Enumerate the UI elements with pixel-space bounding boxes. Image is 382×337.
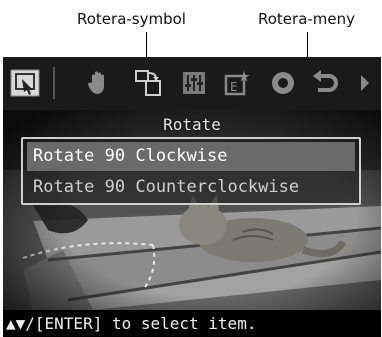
rotate-menu-title: Rotate <box>163 115 221 134</box>
red-eye-icon <box>270 70 296 96</box>
rotate-menu: Rotate 90 Clockwise Rotate 90 Counterclo… <box>21 137 361 205</box>
adjust-sliders-icon <box>182 71 206 95</box>
toolbar: E <box>3 57 381 110</box>
enhance-frame-icon: E <box>224 70 250 96</box>
menu-item-rotate-clockwise[interactable]: Rotate 90 Clockwise <box>27 142 355 171</box>
rotate-tool-button[interactable] <box>133 69 163 97</box>
status-help-text: ▲▼/[ENTER] to select item. <box>3 310 381 337</box>
enhance-tool-button[interactable]: E <box>223 69 251 97</box>
svg-text:E: E <box>230 80 238 94</box>
adjust-tool-button[interactable] <box>180 69 208 97</box>
pan-tool-button[interactable] <box>85 69 113 97</box>
callout-rotate-symbol: Rotera-symbol <box>77 10 186 28</box>
scroll-right-button[interactable] <box>357 69 373 97</box>
red-eye-tool-button[interactable] <box>269 69 297 97</box>
select-arrow-icon <box>10 69 40 97</box>
menu-item-rotate-counterclockwise[interactable]: Rotate 90 Counterclockwise <box>27 173 355 202</box>
undo-tool-button[interactable] <box>311 69 341 97</box>
callout-rotate-menu: Rotera-meny <box>258 10 356 28</box>
rotate-image-icon <box>134 69 162 97</box>
scroll-right-icon <box>360 74 370 92</box>
toolbar-divider <box>53 67 55 99</box>
select-tool-button[interactable] <box>9 69 41 97</box>
hand-pan-icon <box>87 70 111 96</box>
camera-screen: E Rotate Rotate 90 Clockwise Rotate 90 C… <box>3 57 381 337</box>
undo-icon <box>312 70 340 96</box>
